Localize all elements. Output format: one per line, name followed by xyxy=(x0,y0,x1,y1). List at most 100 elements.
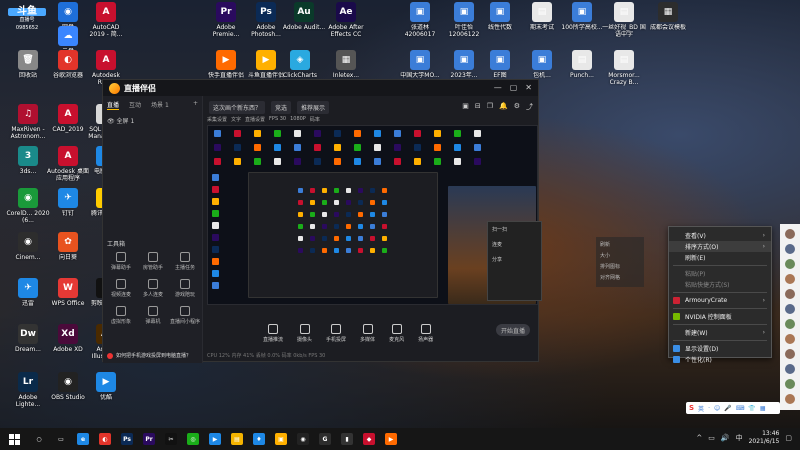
desktop-icon[interactable]: ✈ 迅雷 xyxy=(8,278,48,322)
taskbar-task-view-button[interactable]: ▭ xyxy=(50,428,72,450)
desktop-icon[interactable]: ▣ 100所学高校... xyxy=(561,2,603,46)
source-toolbar-button[interactable]: 多媒体 xyxy=(360,324,375,343)
source-toolbar-button[interactable]: 摄像头 xyxy=(297,324,312,343)
chat-avatar[interactable] xyxy=(785,289,795,299)
ime-indicator[interactable]: 中 xyxy=(736,433,743,443)
chat-avatar[interactable] xyxy=(785,304,795,314)
toolbox-item[interactable]: 直播间小程序 xyxy=(169,306,201,325)
taskbar-edge-button[interactable]: e xyxy=(72,428,94,450)
ime-tool-icon[interactable]: ☺ xyxy=(714,405,720,412)
minimize-icon[interactable]: — xyxy=(494,83,502,92)
taskbar-chrome-button[interactable]: ◐ xyxy=(94,428,116,450)
start-live-button[interactable]: 开始直播 xyxy=(496,324,530,336)
desktop-icon[interactable]: Xd Adobe XD xyxy=(48,324,88,368)
desktop-icon[interactable]: ◉ OBS Studio xyxy=(48,372,88,416)
desktop-icon[interactable]: ◉ CorelD... 2020 (6... xyxy=(6,188,50,232)
live-companion-window[interactable]: 直播伴侣 — ▢ ✕ 直播 互动 场景 1 + 👁 全屏 1 工具箱 弹幕助手 房… xyxy=(102,79,539,363)
bell-icon[interactable]: 🔔 xyxy=(499,102,508,112)
tab-interact[interactable]: 互动 xyxy=(129,100,141,110)
toolbox-item[interactable]: 房管助手 xyxy=(137,252,169,271)
desktop-icon[interactable]: A AutoCAD 2019 - 简... xyxy=(86,2,126,46)
taskbar-premiere-button[interactable]: Pr xyxy=(138,428,160,450)
taskbar-video-button[interactable]: ▶ xyxy=(204,428,226,450)
desktop-icon[interactable]: A Autodesk 桌面应用程序 xyxy=(47,146,89,190)
desktop-icon[interactable]: Lr Adobe Lighte... xyxy=(8,372,48,416)
desktop-icon[interactable]: ▦ 成都会议模板 xyxy=(648,2,688,46)
lock-icon[interactable]: ⊟ xyxy=(475,102,481,112)
desktop-icon[interactable]: ◉ Cinem... xyxy=(8,232,48,276)
scene-source-item[interactable]: 👁 全屏 1 xyxy=(107,116,198,125)
notification-icon[interactable]: ▢ xyxy=(785,434,792,442)
chat-avatar[interactable] xyxy=(785,334,795,344)
desktop-icon[interactable]: ▤ Punch... xyxy=(562,50,602,94)
tab-live[interactable]: 直播 xyxy=(107,100,120,110)
taskbar-app-7-button[interactable]: ▶ xyxy=(380,428,402,450)
taskbar-search-button[interactable]: ○ xyxy=(28,428,50,450)
desktop-icon[interactable]: ✈ 钉钉 xyxy=(48,188,88,232)
phone-projection-window[interactable]: 扫一扫 连麦 分享 xyxy=(487,221,542,301)
desktop-icon[interactable]: ▤ 一丝好视_BD 国语中字 xyxy=(602,2,646,46)
ime-tool-icon[interactable]: 🎤 xyxy=(724,405,731,412)
desktop-icon[interactable]: ▣ 张道林 42006017 xyxy=(400,2,440,46)
source-toolbar-button[interactable]: 麦克风 xyxy=(389,324,404,343)
context-menu-item[interactable]: 显示设置(D) xyxy=(669,343,771,354)
window-titlebar[interactable]: 直播伴侣 — ▢ ✕ xyxy=(103,80,538,96)
chat-avatar[interactable] xyxy=(785,394,795,404)
toolbox-item[interactable]: 游戏陪玩 xyxy=(169,279,201,298)
context-menu-item[interactable]: 个性化(R) xyxy=(669,354,771,365)
share-icon[interactable]: ⤴ xyxy=(526,102,533,112)
maximize-icon[interactable]: ▢ xyxy=(510,83,518,92)
desktop-icon[interactable]: ▤ Morsmor... Crazy B... xyxy=(604,50,644,94)
submenu-item[interactable]: 排列图标 xyxy=(596,261,644,272)
projection-menu-item[interactable]: 连麦 xyxy=(488,237,541,252)
volume-icon[interactable]: 🔊 xyxy=(721,434,730,442)
ime-tool-icon[interactable]: ⌨ xyxy=(736,405,745,412)
taskbar-app-1-button[interactable]: ♦ xyxy=(248,428,270,450)
source-toolbar-button[interactable]: 直播推流 xyxy=(263,324,283,343)
taskbar-app-3-button[interactable]: ◉ xyxy=(292,428,314,450)
chat-avatar[interactable] xyxy=(785,349,795,359)
taskbar-app-2-button[interactable]: ▣ xyxy=(270,428,292,450)
context-menu-item[interactable]: 粘贴快捷方式(S) xyxy=(669,279,771,290)
toolbox-item[interactable]: 虚拟形象 xyxy=(105,306,137,325)
projection-menu-item[interactable]: 分享 xyxy=(488,252,541,267)
taskbar-photoshop-button[interactable]: Ps xyxy=(116,428,138,450)
toolbox-item[interactable]: 弹幕机 xyxy=(137,306,169,325)
context-menu-item[interactable]: NVIDIA 控制面板 xyxy=(669,311,771,322)
chat-avatar[interactable] xyxy=(785,259,795,269)
network-icon[interactable]: ▭ xyxy=(708,434,715,442)
desktop-icon[interactable]: 🗑 回收站 xyxy=(8,50,48,94)
submenu-item[interactable]: 刷新 xyxy=(596,239,644,250)
help-tip[interactable]: 如何把手机游戏投屏到电脑直播？ xyxy=(107,352,191,359)
context-menu-item[interactable]: 新建(W) › xyxy=(669,327,771,338)
desktop-icon[interactable]: ▶ 优酷 xyxy=(86,372,126,416)
toolbox-item[interactable]: 主播任务 xyxy=(169,252,201,271)
gift-icon[interactable]: ▣ xyxy=(462,102,469,112)
taskbar-app-4-button[interactable]: G xyxy=(314,428,336,450)
taskbar-folder-button[interactable]: ▤ xyxy=(226,428,248,450)
ime-tool-icon[interactable]: 👕 xyxy=(748,405,755,412)
context-menu-item[interactable]: 查看(V) › xyxy=(669,230,771,241)
submenu-item[interactable]: 大小 xyxy=(596,250,644,261)
desktop-icon[interactable]: W WPS Office xyxy=(48,278,88,322)
clock[interactable]: 13:46 2021/6/15 xyxy=(749,430,780,446)
desktop-icon[interactable]: 3 3ds... xyxy=(8,146,48,190)
stream-title-input[interactable]: 这次画个新东西？ xyxy=(209,100,266,114)
close-icon[interactable]: ✕ xyxy=(525,83,532,92)
taskbar-app-6-button[interactable]: ◆ xyxy=(358,428,380,450)
chat-avatar[interactable] xyxy=(785,274,795,284)
start-button[interactable] xyxy=(0,428,28,450)
desktop-icon[interactable]: A CAD_2019 xyxy=(48,104,88,148)
desktop-icon[interactable]: Ps Adobe Photosh... xyxy=(246,2,286,46)
context-menu-item[interactable]: 排序方式(O) › xyxy=(669,241,771,252)
desktop-icon[interactable]: Ae Adobe After Effects CC xyxy=(326,2,366,46)
desktop-icon[interactable]: ▣ 线性代数 xyxy=(480,2,520,46)
desktop-icon[interactable]: Dw Dream... xyxy=(8,324,48,368)
settings-icon[interactable]: ⚙ xyxy=(514,102,520,112)
desktop-icon[interactable]: ♫ MaxRiven - Astronom... xyxy=(8,104,48,148)
taskbar-capcut-button[interactable]: ✂ xyxy=(160,428,182,450)
source-toolbar-button[interactable]: 扬声器 xyxy=(418,324,433,343)
desktop-icon[interactable]: ◐ 谷歌浏览器 xyxy=(48,50,88,94)
taskbar-app-5-button[interactable]: ▮ xyxy=(336,428,358,450)
tray-up-icon[interactable]: ^ xyxy=(696,434,702,442)
